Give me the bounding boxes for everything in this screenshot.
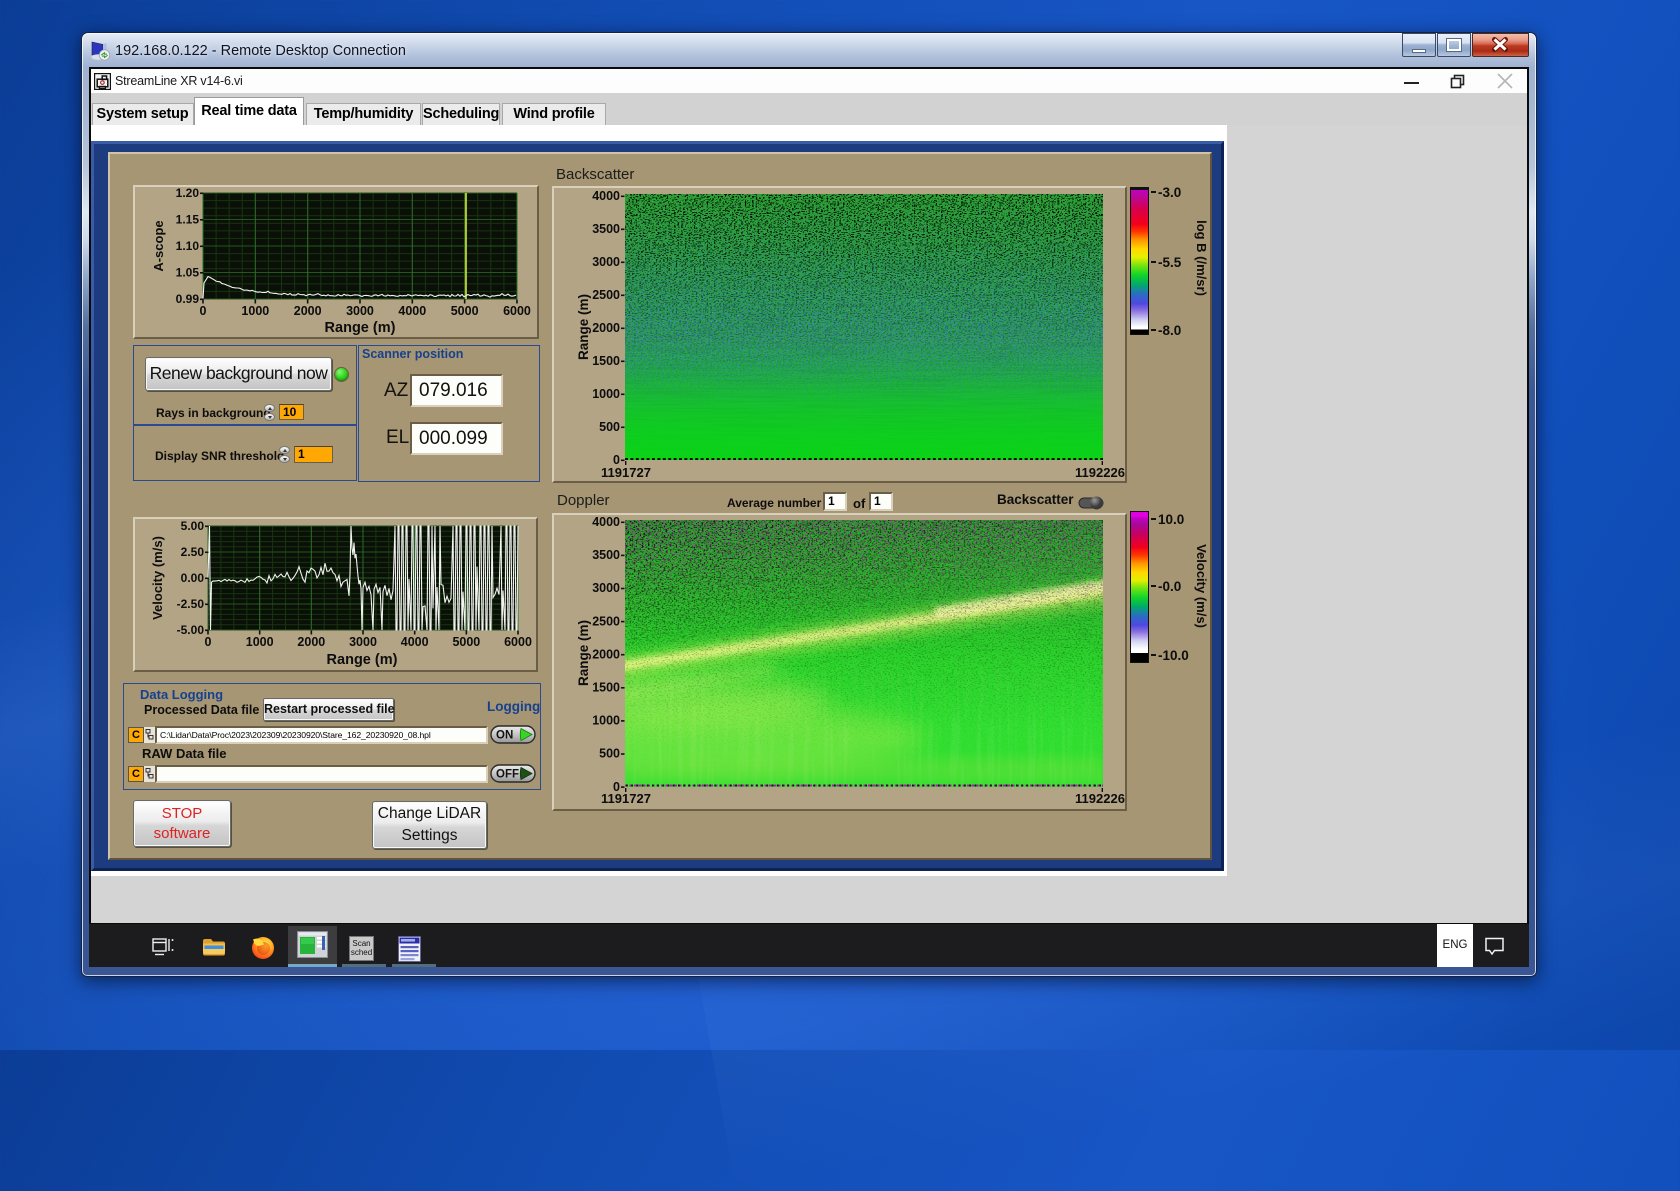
- svg-text:5000: 5000: [452, 635, 480, 649]
- svg-text:1000: 1000: [241, 304, 269, 318]
- svg-text:3000: 3000: [592, 581, 620, 595]
- svg-text:0.00: 0.00: [181, 571, 205, 585]
- svg-text:2000: 2000: [592, 321, 620, 335]
- svg-text:0: 0: [200, 304, 207, 318]
- svg-text:ON: ON: [496, 730, 513, 742]
- svg-text:5000: 5000: [451, 304, 479, 318]
- svg-text:log B (/m/sr): log B (/m/sr): [1194, 220, 1209, 296]
- svg-text:Velocity (m/s): Velocity (m/s): [1194, 544, 1209, 628]
- svg-text:2000: 2000: [297, 635, 325, 649]
- svg-text:Range (m): Range (m): [576, 294, 591, 360]
- svg-text:-10.0: -10.0: [1158, 648, 1189, 663]
- svg-text:1000: 1000: [592, 714, 620, 728]
- svg-text:Range (m): Range (m): [327, 652, 398, 668]
- svg-text:4000: 4000: [592, 515, 620, 529]
- svg-text:1000: 1000: [246, 635, 274, 649]
- svg-text:-8.0: -8.0: [1158, 323, 1181, 338]
- svg-text:2500: 2500: [592, 288, 620, 302]
- svg-text:5.00: 5.00: [181, 519, 205, 533]
- svg-text:-5.5: -5.5: [1158, 255, 1182, 270]
- svg-text:3000: 3000: [346, 304, 374, 318]
- svg-text:1500: 1500: [592, 681, 620, 695]
- svg-text:500: 500: [599, 420, 620, 434]
- svg-text:-2.50: -2.50: [177, 597, 205, 611]
- svg-text:6000: 6000: [504, 635, 532, 649]
- svg-text:0.99: 0.99: [176, 292, 200, 306]
- svg-text:2500: 2500: [592, 614, 620, 628]
- svg-text:1.10: 1.10: [176, 239, 200, 253]
- svg-text:-3.0: -3.0: [1158, 186, 1181, 200]
- svg-text:1192226: 1192226: [1075, 465, 1125, 480]
- svg-text:1.20: 1.20: [176, 186, 200, 200]
- svg-text:3000: 3000: [592, 255, 620, 269]
- svg-text:Velocity (m/s): Velocity (m/s): [150, 536, 165, 620]
- svg-text:0: 0: [205, 635, 212, 649]
- svg-text:2000: 2000: [592, 647, 620, 661]
- svg-text:4000: 4000: [401, 635, 429, 649]
- svg-text:A-scope: A-scope: [151, 220, 166, 271]
- svg-text:2000: 2000: [294, 304, 322, 318]
- svg-text:1000: 1000: [592, 387, 620, 401]
- svg-text:1191727: 1191727: [601, 465, 651, 480]
- svg-text:3500: 3500: [592, 222, 620, 236]
- svg-text:-0.0: -0.0: [1158, 579, 1181, 594]
- svg-text:2.50: 2.50: [181, 545, 205, 559]
- svg-text:Range (m): Range (m): [325, 320, 396, 336]
- svg-text:3000: 3000: [349, 635, 377, 649]
- svg-text:6000: 6000: [503, 304, 531, 318]
- svg-text:-5.00: -5.00: [177, 623, 205, 637]
- svg-text:Range (m): Range (m): [576, 620, 591, 686]
- svg-text:10.0: 10.0: [1158, 512, 1184, 527]
- svg-text:1.15: 1.15: [176, 213, 200, 227]
- svg-text:OFF: OFF: [496, 769, 519, 781]
- svg-text:4000: 4000: [592, 189, 620, 203]
- svg-text:4000: 4000: [398, 304, 426, 318]
- svg-text:1192226: 1192226: [1075, 791, 1125, 806]
- svg-text:1191727: 1191727: [601, 791, 651, 806]
- svg-text:1500: 1500: [592, 354, 620, 368]
- svg-text:500: 500: [599, 747, 620, 761]
- svg-text:3500: 3500: [592, 548, 620, 562]
- svg-text:1.05: 1.05: [176, 266, 200, 280]
